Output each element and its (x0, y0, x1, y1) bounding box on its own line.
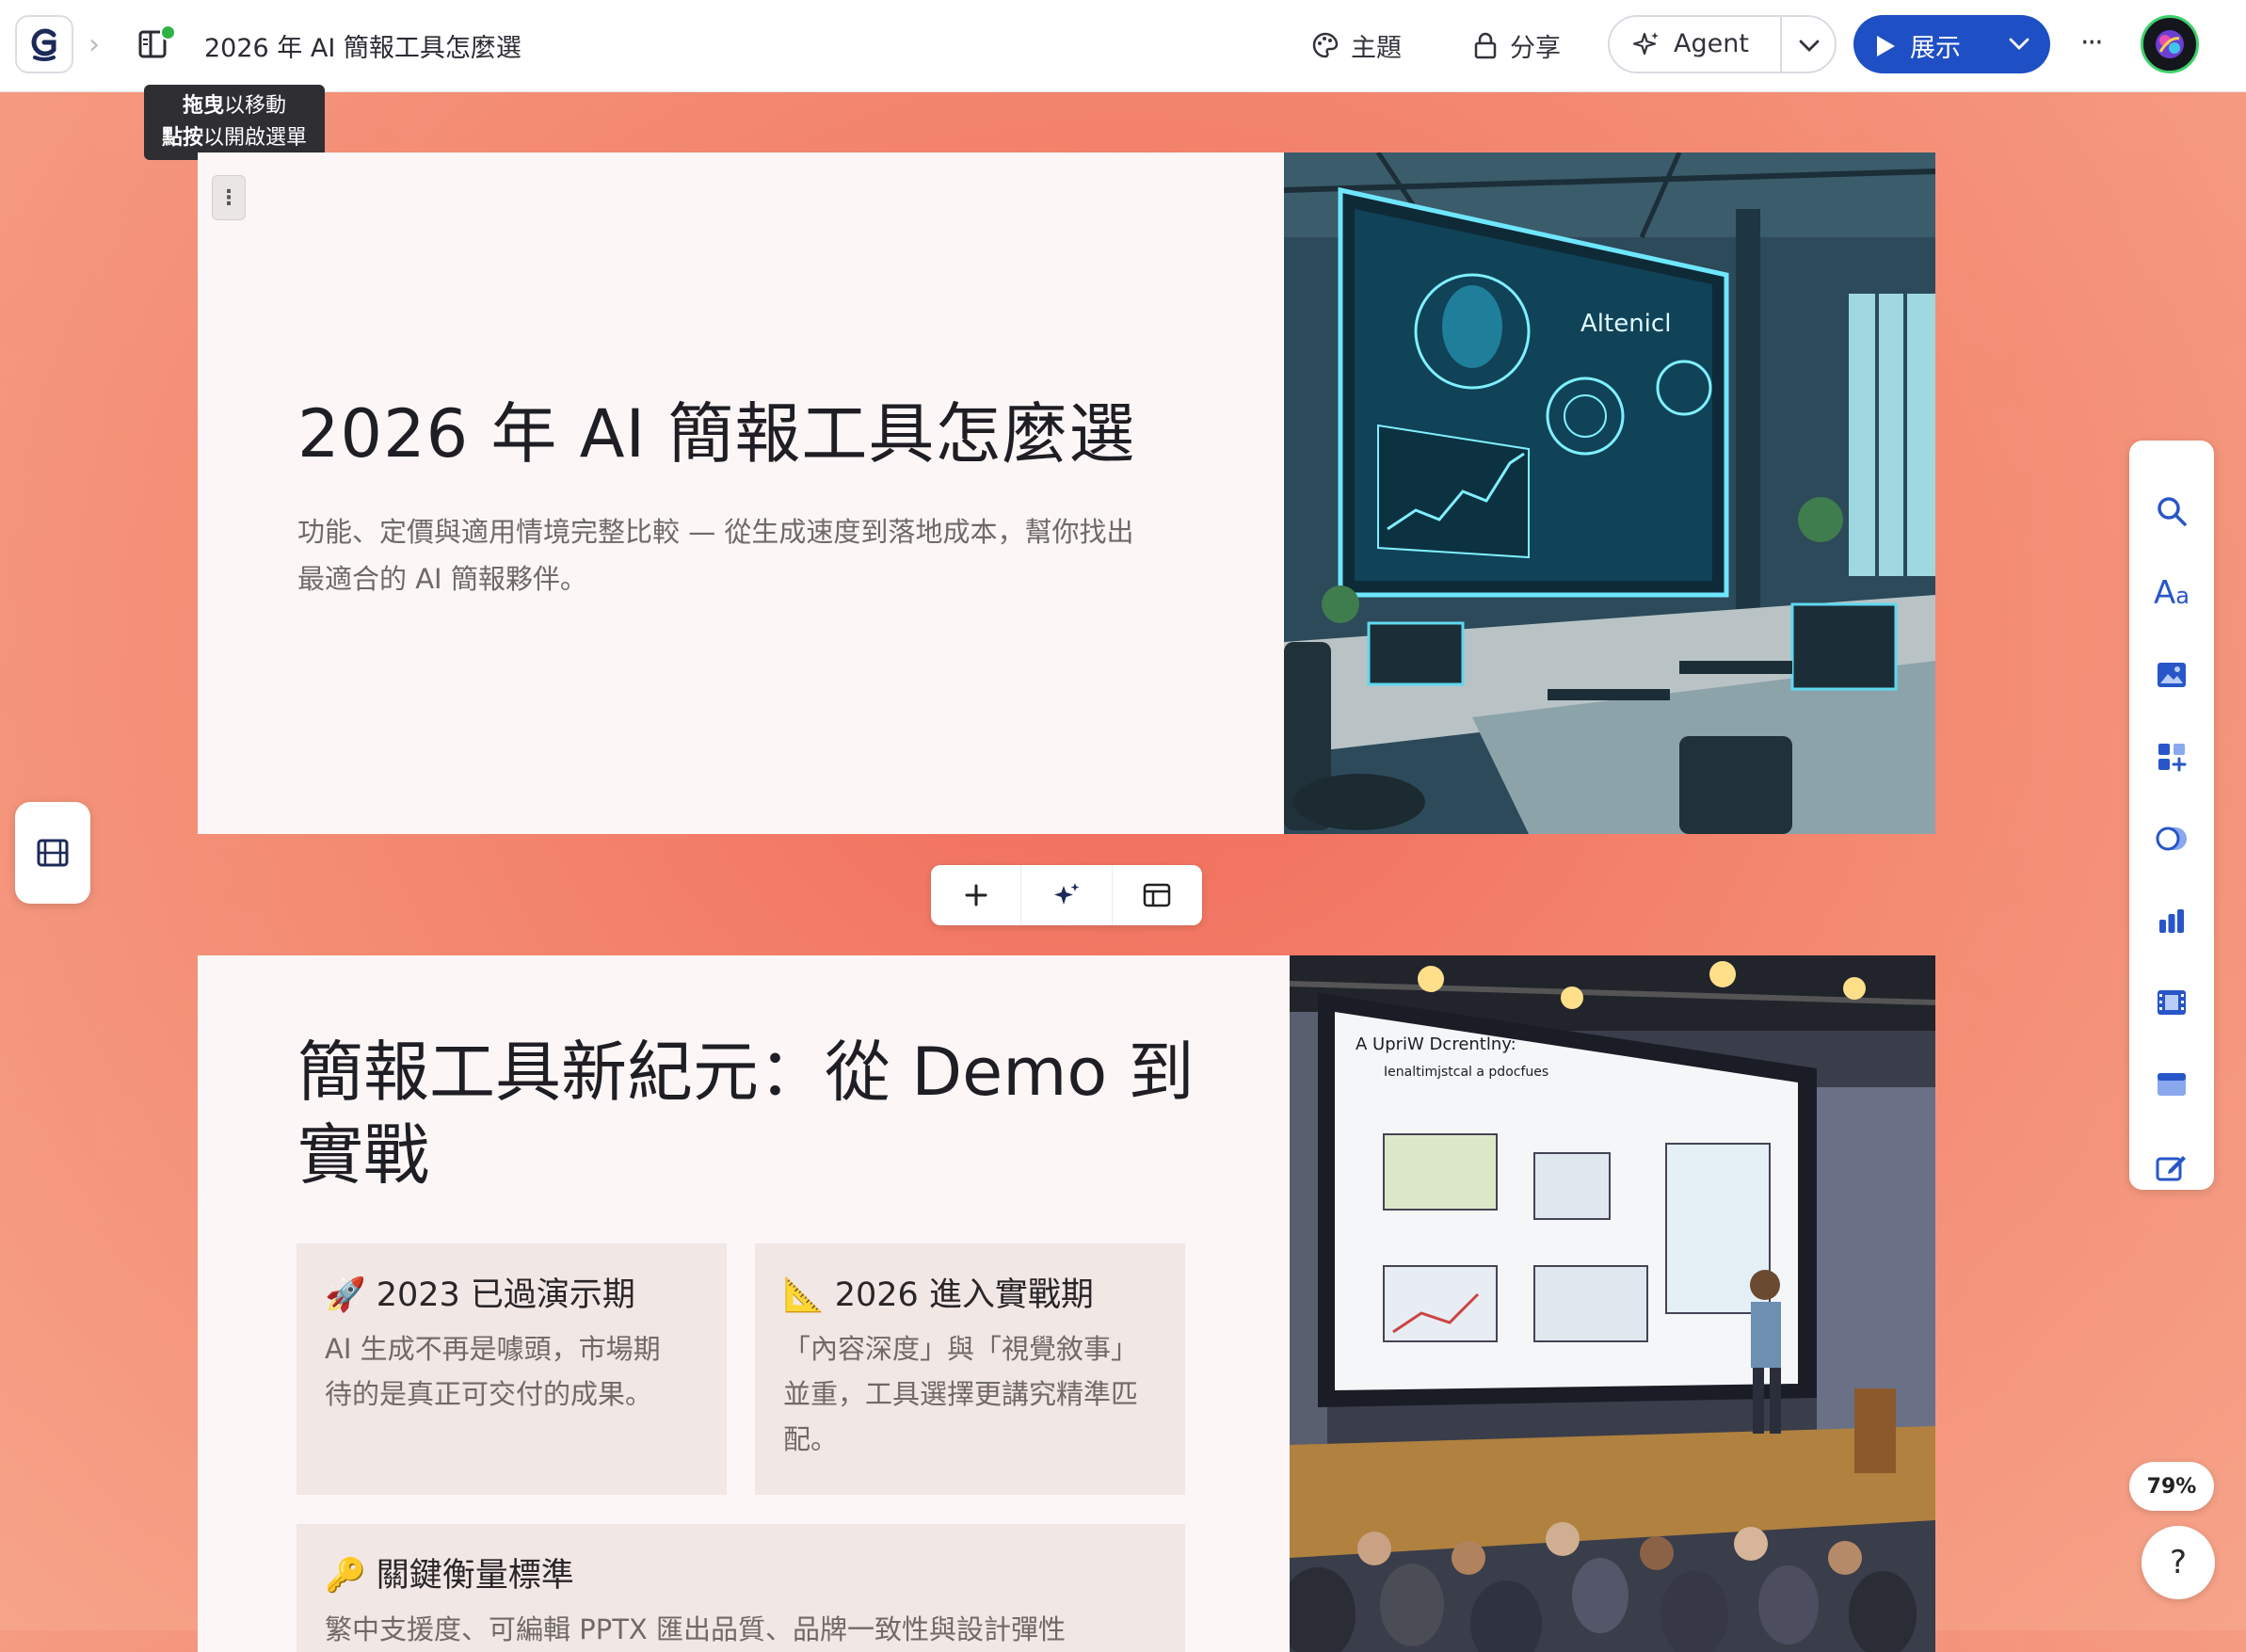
blocks-add-icon (2158, 744, 2187, 772)
body-line: 並重，工具選擇更講究精準匹 (783, 1378, 1139, 1410)
sparkle-icon (1632, 31, 1659, 55)
agent-button[interactable]: Agent (1632, 29, 1749, 58)
tooltip-drag-bold: 拖曳 (182, 94, 224, 118)
avatar[interactable] (2141, 15, 2199, 73)
info-box-2026[interactable]: 📐 2026 進入實戰期 「內容深度」與「視覺敘事」 並重，工具選擇更講究精準匹… (755, 1243, 1185, 1495)
info-box-criteria[interactable]: 🔑 關鍵衡量標準 繁中支援度、可編輯 PPTX 匯出品質、品牌一致性與設計彈性 (297, 1524, 1185, 1652)
search-icon (2158, 497, 2187, 526)
slide-filmstrip-button[interactable] (15, 802, 90, 904)
slide-heading[interactable]: 簡報工具新紀元：從 Demo 到 實戰 (297, 1031, 1239, 1196)
info-box-body: 「內容深度」與「視覺敘事」 並重，工具選擇更講究精準匹 配。 (783, 1326, 1160, 1462)
slide-title[interactable]: 2026 年 AI 簡報工具怎麼選 (297, 381, 1135, 476)
play-icon (1877, 35, 1895, 56)
subtitle-line: 最適合的 AI 簡報夥伴。 (297, 563, 587, 595)
heading-line: 簡報工具新紀元：從 Demo 到 (297, 1034, 1195, 1111)
theme-button[interactable]: 主題 (1311, 23, 1402, 68)
text-style-tool-button[interactable]: Aa (2129, 565, 2214, 621)
slide-subtitle[interactable]: 功能、定價與適用情境完整比較 — 從生成速度到落地成本，幫你找出 最適合的 AI… (297, 508, 1192, 602)
slide-card-title[interactable]: 2026 年 AI 簡報工具怎麼選 功能、定價與適用情境完整比較 — 從生成速度… (198, 152, 1935, 834)
browser-window-icon (2158, 1073, 2186, 1096)
slide-card-new-era[interactable]: 簡報工具新紀元：從 Demo 到 實戰 🚀 2023 已過演示期 AI 生成不再… (198, 955, 1935, 1652)
present-button[interactable]: 展示 (1874, 27, 1961, 64)
doc-title[interactable]: 2026 年 AI 簡報工具怎麼選 (204, 27, 521, 64)
screen-text: Altenicl (1580, 310, 1671, 338)
info-box-body: 繁中支援度、可編輯 PPTX 匯出品質、品牌一致性與設計彈性 (325, 1607, 1153, 1652)
card-template-button[interactable] (1113, 865, 1202, 925)
more-options-button[interactable]: ··· (2080, 26, 2104, 59)
video-film-icon (2158, 990, 2186, 1015)
screen-subtitle-text: Ienaltimjstcal a pdocfues (1384, 1065, 1548, 1080)
right-tool-rail: Aa (2129, 441, 2214, 1190)
video-tool-button[interactable] (2129, 974, 2214, 1031)
toggle-tool-button[interactable] (2129, 810, 2214, 867)
info-box-title: 🔑 關鍵衡量標準 (325, 1557, 574, 1595)
drag-tooltip: 拖曳以移動 點按以開啟選單 (144, 85, 325, 160)
chart-tool-button[interactable] (2129, 892, 2214, 949)
toggle-icon (2156, 826, 2187, 851)
lock-icon (1474, 32, 1497, 59)
avatar-image-icon (2156, 30, 2184, 58)
heading-line: 實戰 (297, 1116, 429, 1194)
layout-template-icon (1144, 883, 1171, 907)
tooltip-drag-text: 以移動 (224, 94, 287, 118)
insert-toolbar (931, 865, 1202, 925)
pencil-edit-icon (2156, 1156, 2186, 1181)
share-button[interactable]: 分享 (1472, 23, 1561, 68)
office-illustration-image[interactable]: Altenicl (1284, 152, 1935, 834)
embed-tool-button[interactable] (2129, 1056, 2214, 1113)
info-box-2023[interactable]: 🚀 2023 已過演示期 AI 生成不再是噱頭，市場期 待的是真正可交付的成果。 (297, 1243, 727, 1495)
palette-icon (1312, 32, 1339, 58)
breadcrumb-chevron-icon: › (88, 28, 100, 61)
top-bar: › 2026 年 AI 簡報工具怎麼選 主題 分享 Agent 展示 ··· (0, 0, 2246, 92)
info-box-body: AI 生成不再是噱頭，市場期 待的是真正可交付的成果。 (325, 1326, 701, 1417)
text-style-icon: Aa (2154, 574, 2190, 612)
body-line: 「內容深度」與「視覺敘事」 (783, 1333, 1139, 1365)
tooltip-click-text: 以開啟選單 (203, 126, 308, 150)
add-card-button[interactable] (931, 865, 1022, 925)
film-icon (37, 839, 69, 867)
bar-chart-icon (2159, 909, 2184, 933)
edit-tool-button[interactable] (2129, 1138, 2214, 1195)
agent-button-group: Agent (1608, 15, 1837, 73)
share-label: 分享 (1510, 33, 1561, 63)
body-line: AI 生成不再是噱頭，市場期 (325, 1333, 661, 1365)
screen-title-text: A UpriW Dcrentlny: (1356, 1035, 1516, 1054)
body-line: 待的是真正可交付的成果。 (325, 1378, 653, 1410)
search-tool-button[interactable] (2129, 483, 2214, 539)
ai-generate-card-button[interactable] (1021, 865, 1113, 925)
app-logo-icon (31, 28, 56, 61)
zoom-level-indicator[interactable]: 79% (2129, 1462, 2214, 1511)
add-block-tool-button[interactable] (2129, 729, 2214, 785)
chevron-down-icon[interactable] (2004, 28, 2034, 58)
present-label: 展示 (1910, 34, 1961, 63)
present-button-group: 展示 (1853, 15, 2050, 73)
divider (1780, 17, 1782, 72)
subtitle-line: 功能、定價與適用情境完整比較 — 從生成速度到落地成本，幫你找出 (297, 516, 1134, 548)
info-box-title: 🚀 2023 已過演示期 (325, 1276, 635, 1314)
stage-illustration-image[interactable]: A UpriW Dcrentlny: Ienaltimjstcal a pdoc… (1290, 955, 1935, 1652)
status-dot (160, 24, 176, 40)
sparkle-icon (1053, 883, 1080, 905)
help-button[interactable]: ? (2142, 1526, 2215, 1599)
card-drag-handle[interactable]: ⋮ (212, 175, 246, 220)
image-icon (2158, 663, 2186, 687)
agent-label: Agent (1674, 29, 1749, 58)
info-box-title: 📐 2026 進入實戰期 (783, 1276, 1094, 1314)
body-line: 繁中支援度、可編輯 PPTX 匯出品質、品牌一致性與設計彈性 (325, 1613, 1066, 1645)
app-logo-button[interactable] (15, 15, 73, 73)
body-line: 配。 (783, 1423, 839, 1455)
tooltip-click-bold: 點按 (161, 126, 203, 150)
theme-label: 主題 (1351, 33, 1402, 63)
plus-icon (965, 884, 987, 906)
image-tool-button[interactable] (2129, 647, 2214, 703)
chevron-down-icon[interactable] (1794, 30, 1824, 60)
